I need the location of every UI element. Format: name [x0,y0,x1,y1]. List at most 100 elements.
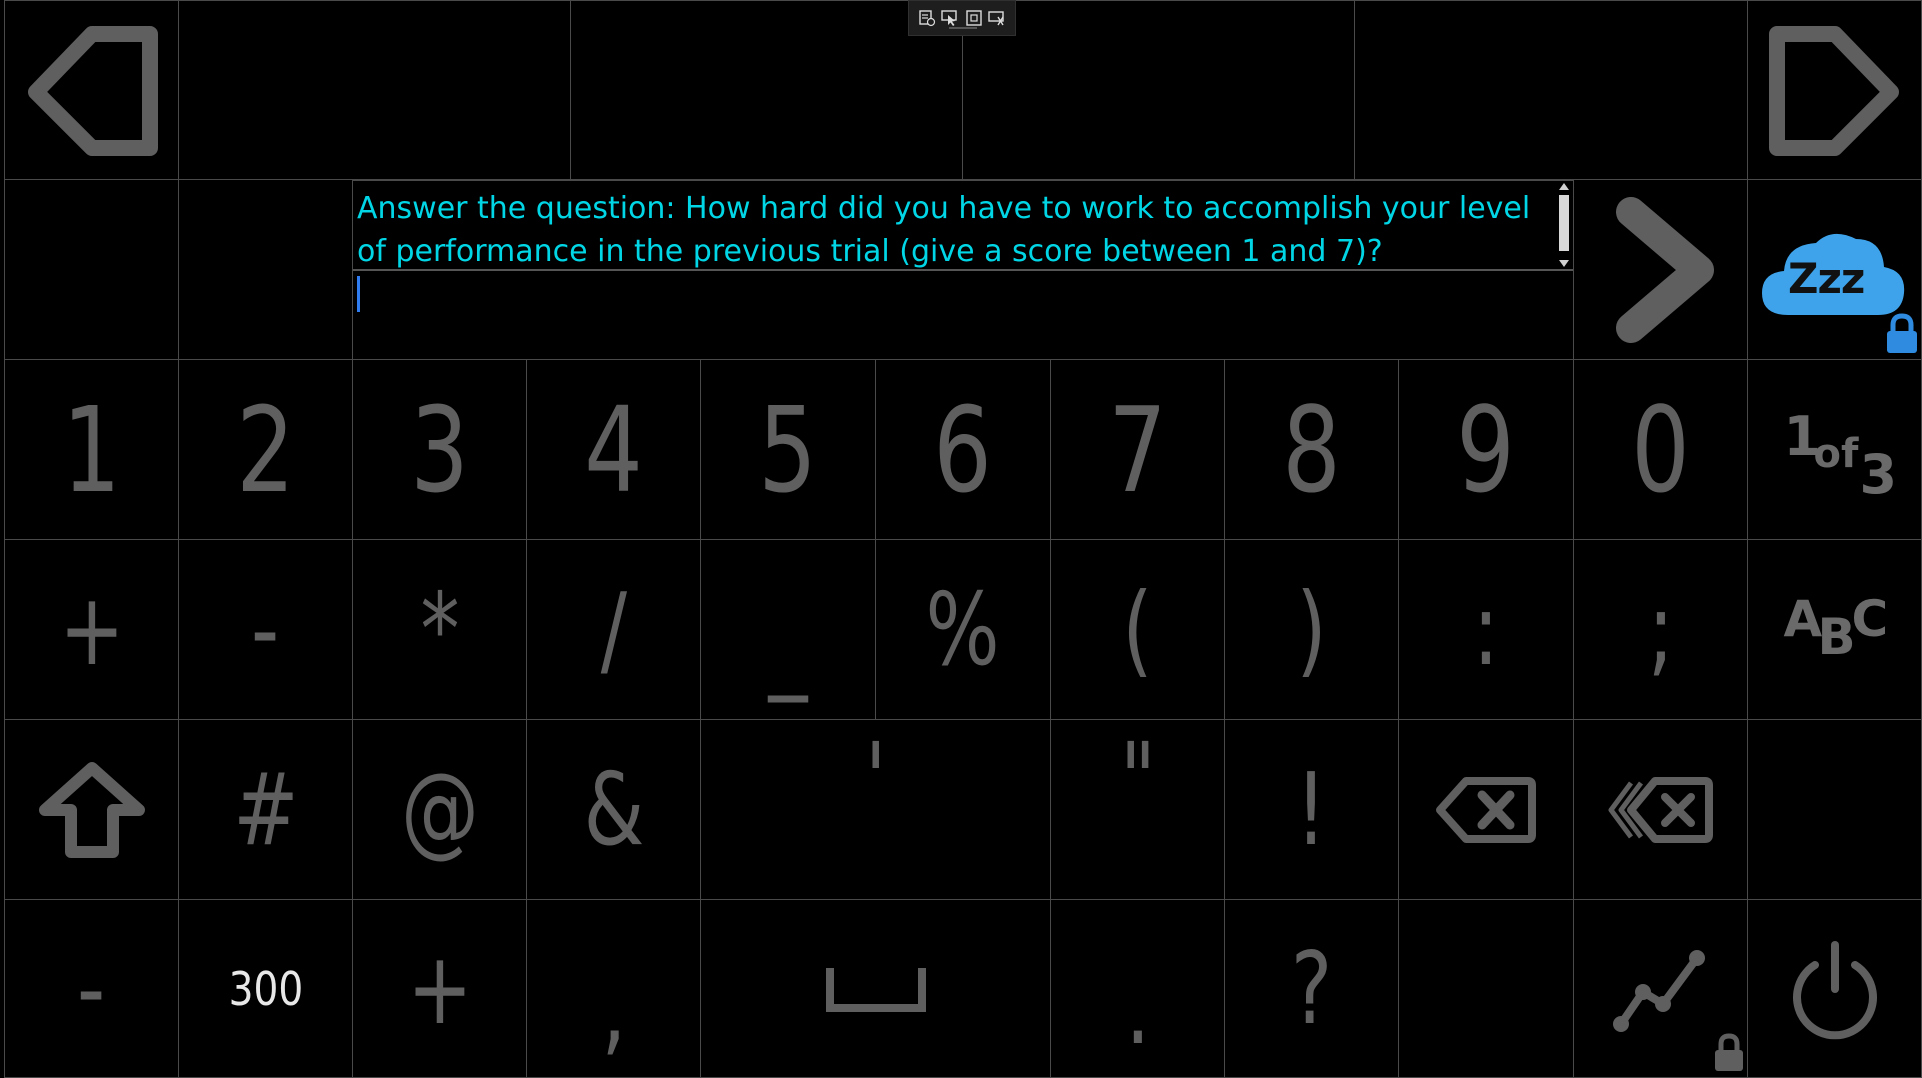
right-arrow-icon [1768,26,1899,156]
backspace-icon [1436,776,1536,843]
page-of: of [1813,430,1859,477]
alphabet-mode-key[interactable]: A B C [1747,539,1922,720]
symbol-label-6: % [925,570,1001,688]
power-key[interactable] [1747,899,1922,1078]
scroll-up-arrow[interactable] [1559,183,1569,190]
shift-up-arrow-icon [38,761,145,858]
plus-label: + [406,929,473,1047]
delete-word-key[interactable] [1573,719,1748,900]
space-key[interactable] [700,899,1051,1078]
pointer-icon[interactable] [941,9,959,27]
digit-key-1[interactable]: 1 [4,359,179,540]
symbol-label-10: ; [1647,570,1674,688]
text-caret [357,276,360,312]
question-mark-key[interactable]: ? [1224,899,1399,1078]
digit-key-5[interactable]: 5 [700,359,876,540]
minus-key[interactable]: - [4,899,179,1078]
period-key[interactable]: . [1050,899,1225,1078]
minus-label: - [77,929,106,1047]
symbol-key-7[interactable]: ( [1050,539,1225,720]
value-display[interactable]: 300 [178,899,353,1078]
power-icon [1792,940,1877,1039]
symbol2-key-2[interactable]: @ [352,719,527,900]
question-textbox[interactable]: Answer the question: How hard did you ha… [352,180,1575,360]
symbol-key-8[interactable]: ) [1224,539,1399,720]
abc-c: C [1851,589,1889,648]
symbol-key-5[interactable]: _ [700,539,876,720]
top-slot-2[interactable] [570,0,963,180]
symbol-label-4: / [600,570,627,688]
symbol-key-6[interactable]: % [875,539,1051,720]
previous-page-button[interactable] [4,0,179,180]
blank-key-2[interactable] [178,179,353,360]
lock-icon [1715,1033,1743,1071]
digit-label-2: 2 [236,380,295,519]
toolbar-grip[interactable] [949,27,977,29]
symbol2-label-6: " [1119,720,1156,838]
digit-key-2[interactable]: 2 [178,359,353,540]
comma-label: , [601,949,626,1067]
chevron-right-icon [1615,196,1714,343]
next-question-button[interactable] [1573,179,1748,360]
question-mark-label: ? [1290,929,1333,1047]
plus-key[interactable]: + [352,899,527,1078]
blank-key-1[interactable] [4,179,179,360]
symbol-label-7: ( [1122,570,1153,688]
top-slot-3[interactable] [962,0,1355,180]
digit-key-9[interactable]: 9 [1398,359,1574,540]
digit-key-6[interactable]: 6 [875,359,1051,540]
symbol-key-3[interactable]: * [352,539,527,720]
move-icon[interactable] [988,9,1006,27]
left-arrow-icon [27,26,158,156]
backspace-key[interactable] [1398,719,1574,900]
space-bar-icon [825,967,926,1012]
symbol-label-8: ) [1296,570,1327,688]
digit-label-6: 6 [933,380,993,519]
digit-label-8: 8 [1282,380,1341,519]
symbol-label-1: + [58,570,125,688]
top-slot-4[interactable] [1354,0,1748,180]
graph-key[interactable] [1573,899,1748,1078]
settings-icon[interactable] [918,9,936,27]
symbol-label-9: : [1472,570,1500,688]
comma-key[interactable]: , [526,899,701,1078]
sleep-button[interactable]: Zzz [1747,179,1922,360]
symbol2-key-3[interactable]: & [526,719,701,900]
symbol-key-1[interactable]: + [4,539,179,720]
page-total: 3 [1859,442,1898,506]
symbol-key-4[interactable]: / [526,539,701,720]
symbol-key-9[interactable]: : [1398,539,1574,720]
digit-label-1: 1 [62,380,121,519]
question-text: Answer the question: How hard did you ha… [357,191,1531,269]
scroll-down-arrow[interactable] [1559,260,1569,267]
lock-icon [1887,313,1917,353]
digit-key-4[interactable]: 4 [526,359,701,540]
window-icon[interactable] [965,9,983,27]
blank-key-3[interactable] [1747,719,1922,900]
scroll-thumb[interactable] [1559,195,1569,251]
digit-key-10[interactable]: 0 [1573,359,1748,540]
symbol-key-2[interactable]: - [178,539,353,720]
next-page-button[interactable] [1747,0,1922,180]
symbol2-label-5: ' [864,720,887,838]
shift-key[interactable] [4,719,179,900]
digit-key-8[interactable]: 8 [1224,359,1399,540]
symbol-key-10[interactable]: ; [1573,539,1748,720]
blank-key-4[interactable] [1398,899,1574,1078]
value-label: 300 [228,961,303,1016]
digit-label-5: 5 [758,380,818,519]
symbol2-label-1: # [232,750,299,868]
digit-label-10: 0 [1631,380,1690,519]
symbol2-key-5[interactable]: ' [700,719,1051,900]
digit-label-4: 4 [584,380,643,519]
question-scrollbar[interactable] [1557,183,1571,267]
abc-b: B [1817,607,1856,666]
symbol2-key-6[interactable]: " [1050,719,1225,900]
top-slot-1[interactable] [178,0,571,180]
page-indicator-key[interactable]: 1 of 3 [1747,359,1922,540]
digit-key-7[interactable]: 7 [1050,359,1225,540]
digit-key-3[interactable]: 3 [352,359,527,540]
symbol2-key-1[interactable]: # [178,719,353,900]
abc-a: A [1783,589,1823,648]
symbol2-key-7[interactable]: ! [1224,719,1399,900]
